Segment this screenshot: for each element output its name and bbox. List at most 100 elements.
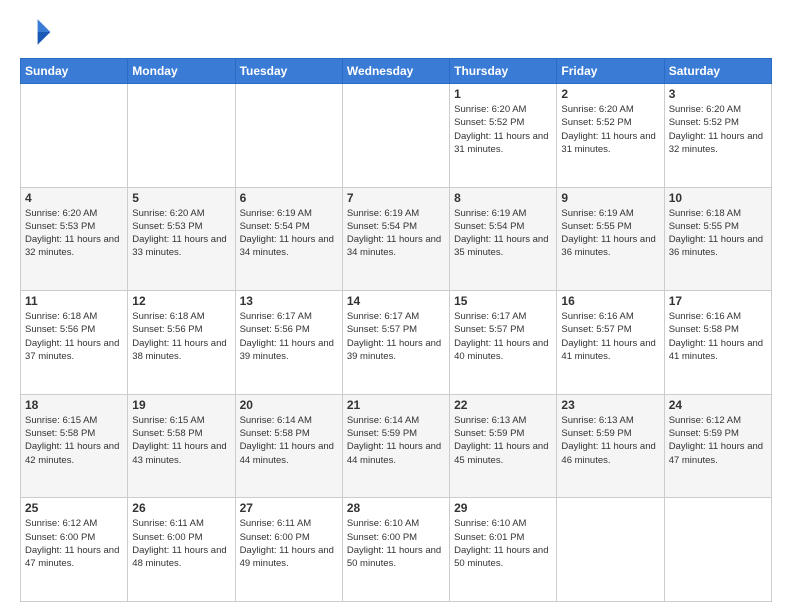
day-info: Sunrise: 6:14 AM Sunset: 5:58 PM Dayligh… [240,414,338,467]
calendar-cell: 15Sunrise: 6:17 AM Sunset: 5:57 PM Dayli… [450,291,557,395]
day-info: Sunrise: 6:17 AM Sunset: 5:57 PM Dayligh… [347,310,445,363]
day-info: Sunrise: 6:18 AM Sunset: 5:56 PM Dayligh… [25,310,123,363]
day-number: 3 [669,87,767,101]
calendar-cell: 20 Sunrise: 6:14 AM Sunset: 5:58 PM Dayli… [235,394,342,498]
day-number: 1 [454,87,552,101]
calendar-cell [21,84,128,188]
calendar-week-row: 25Sunrise: 6:12 AM Sunset: 6:00 PM Dayli… [21,498,772,602]
day-info: Sunrise: 6:18 AM Sunset: 5:55 PM Dayligh… [669,207,767,260]
calendar-cell: 26 Sunrise: 6:11 AM Sunset: 6:00 PM Dayli… [128,498,235,602]
calendar-cell: 28Sunrise: 6:10 AM Sunset: 6:00 PM Dayli… [342,498,449,602]
calendar-header-thursday: Thursday [450,59,557,84]
day-number: 14 [347,294,445,308]
calendar-cell [664,498,771,602]
day-info: Sunrise: 6:20 AM Sunset: 5:52 PM Dayligh… [561,103,659,156]
day-info: Sunrise: 6:11 AM Sunset: 6:00 PM Dayligh… [240,517,338,570]
calendar-cell: 8 Sunrise: 6:19 AM Sunset: 5:54 PM Daylig… [450,187,557,291]
calendar-cell: 18 Sunrise: 6:15 AM Sunset: 5:58 PM Dayli… [21,394,128,498]
calendar-header-row: SundayMondayTuesdayWednesdayThursdayFrid… [21,59,772,84]
day-number: 26 [132,501,230,515]
calendar-cell: 3 Sunrise: 6:20 AM Sunset: 5:52 PM Daylig… [664,84,771,188]
day-info: Sunrise: 6:20 AM Sunset: 5:53 PM Dayligh… [132,207,230,260]
page: SundayMondayTuesdayWednesdayThursdayFrid… [0,0,792,612]
calendar-cell: 13 Sunrise: 6:17 AM Sunset: 5:56 PM Dayli… [235,291,342,395]
day-number: 17 [669,294,767,308]
day-number: 2 [561,87,659,101]
calendar-cell [235,84,342,188]
day-info: Sunrise: 6:13 AM Sunset: 5:59 PM Dayligh… [561,414,659,467]
day-info: Sunrise: 6:10 AM Sunset: 6:00 PM Dayligh… [347,517,445,570]
calendar-cell: 7 Sunrise: 6:19 AM Sunset: 5:54 PM Daylig… [342,187,449,291]
calendar-cell: 25Sunrise: 6:12 AM Sunset: 6:00 PM Dayli… [21,498,128,602]
day-info: Sunrise: 6:19 AM Sunset: 5:54 PM Dayligh… [454,207,552,260]
day-info: Sunrise: 6:17 AM Sunset: 5:56 PM Dayligh… [240,310,338,363]
day-info: Sunrise: 6:10 AM Sunset: 6:01 PM Dayligh… [454,517,552,570]
header [20,16,772,48]
calendar-cell: 22 Sunrise: 6:13 AM Sunset: 5:59 PM Dayli… [450,394,557,498]
day-number: 27 [240,501,338,515]
day-info: Sunrise: 6:19 AM Sunset: 5:54 PM Dayligh… [240,207,338,260]
day-info: Sunrise: 6:12 AM Sunset: 6:00 PM Dayligh… [25,517,123,570]
calendar-cell: 23 Sunrise: 6:13 AM Sunset: 5:59 PM Dayli… [557,394,664,498]
day-number: 11 [25,294,123,308]
calendar-cell: 12 Sunrise: 6:18 AM Sunset: 5:56 PM Dayli… [128,291,235,395]
day-info: Sunrise: 6:17 AM Sunset: 5:57 PM Dayligh… [454,310,552,363]
calendar-header-wednesday: Wednesday [342,59,449,84]
calendar-cell: 27 Sunrise: 6:11 AM Sunset: 6:00 PM Dayli… [235,498,342,602]
calendar-cell: 17 Sunrise: 6:16 AM Sunset: 5:58 PM Dayli… [664,291,771,395]
calendar-header-saturday: Saturday [664,59,771,84]
calendar-cell [557,498,664,602]
calendar-week-row: 4Sunrise: 6:20 AM Sunset: 5:53 PM Daylig… [21,187,772,291]
calendar-cell: 1 Sunrise: 6:20 AM Sunset: 5:52 PM Daylig… [450,84,557,188]
day-number: 16 [561,294,659,308]
day-number: 9 [561,191,659,205]
day-number: 18 [25,398,123,412]
day-number: 8 [454,191,552,205]
calendar-header-tuesday: Tuesday [235,59,342,84]
day-info: Sunrise: 6:20 AM Sunset: 5:52 PM Dayligh… [669,103,767,156]
calendar-cell: 11 Sunrise: 6:18 AM Sunset: 5:56 PM Dayli… [21,291,128,395]
day-number: 20 [240,398,338,412]
calendar-cell: 29Sunrise: 6:10 AM Sunset: 6:01 PM Dayli… [450,498,557,602]
day-number: 13 [240,294,338,308]
day-number: 22 [454,398,552,412]
calendar-week-row: 1 Sunrise: 6:20 AM Sunset: 5:52 PM Daylig… [21,84,772,188]
calendar-header-friday: Friday [557,59,664,84]
calendar-cell: 5 Sunrise: 6:20 AM Sunset: 5:53 PM Daylig… [128,187,235,291]
calendar-cell: 21 Sunrise: 6:14 AM Sunset: 5:59 PM Dayli… [342,394,449,498]
calendar-cell: 16 Sunrise: 6:16 AM Sunset: 5:57 PM Dayli… [557,291,664,395]
day-info: Sunrise: 6:11 AM Sunset: 6:00 PM Dayligh… [132,517,230,570]
day-number: 7 [347,191,445,205]
day-info: Sunrise: 6:15 AM Sunset: 5:58 PM Dayligh… [25,414,123,467]
calendar-cell: 4Sunrise: 6:20 AM Sunset: 5:53 PM Daylig… [21,187,128,291]
calendar-cell: 10 Sunrise: 6:18 AM Sunset: 5:55 PM Dayli… [664,187,771,291]
calendar-header-sunday: Sunday [21,59,128,84]
calendar-table: SundayMondayTuesdayWednesdayThursdayFrid… [20,58,772,602]
calendar-cell: 14 Sunrise: 6:17 AM Sunset: 5:57 PM Dayli… [342,291,449,395]
day-info: Sunrise: 6:13 AM Sunset: 5:59 PM Dayligh… [454,414,552,467]
logo-icon [20,16,52,48]
calendar-week-row: 18 Sunrise: 6:15 AM Sunset: 5:58 PM Dayli… [21,394,772,498]
calendar-cell: 24 Sunrise: 6:12 AM Sunset: 5:59 PM Dayli… [664,394,771,498]
day-info: Sunrise: 6:20 AM Sunset: 5:52 PM Dayligh… [454,103,552,156]
calendar-cell: 2 Sunrise: 6:20 AM Sunset: 5:52 PM Daylig… [557,84,664,188]
day-info: Sunrise: 6:19 AM Sunset: 5:54 PM Dayligh… [347,207,445,260]
calendar-week-row: 11 Sunrise: 6:18 AM Sunset: 5:56 PM Dayli… [21,291,772,395]
day-number: 12 [132,294,230,308]
calendar-header-monday: Monday [128,59,235,84]
day-number: 10 [669,191,767,205]
day-info: Sunrise: 6:20 AM Sunset: 5:53 PM Dayligh… [25,207,123,260]
day-info: Sunrise: 6:16 AM Sunset: 5:58 PM Dayligh… [669,310,767,363]
day-info: Sunrise: 6:15 AM Sunset: 5:58 PM Dayligh… [132,414,230,467]
calendar-cell: 19Sunrise: 6:15 AM Sunset: 5:58 PM Dayli… [128,394,235,498]
day-info: Sunrise: 6:16 AM Sunset: 5:57 PM Dayligh… [561,310,659,363]
day-number: 5 [132,191,230,205]
day-info: Sunrise: 6:19 AM Sunset: 5:55 PM Dayligh… [561,207,659,260]
day-number: 21 [347,398,445,412]
day-info: Sunrise: 6:12 AM Sunset: 5:59 PM Dayligh… [669,414,767,467]
day-info: Sunrise: 6:14 AM Sunset: 5:59 PM Dayligh… [347,414,445,467]
logo [20,16,56,48]
day-number: 24 [669,398,767,412]
day-info: Sunrise: 6:18 AM Sunset: 5:56 PM Dayligh… [132,310,230,363]
day-number: 23 [561,398,659,412]
